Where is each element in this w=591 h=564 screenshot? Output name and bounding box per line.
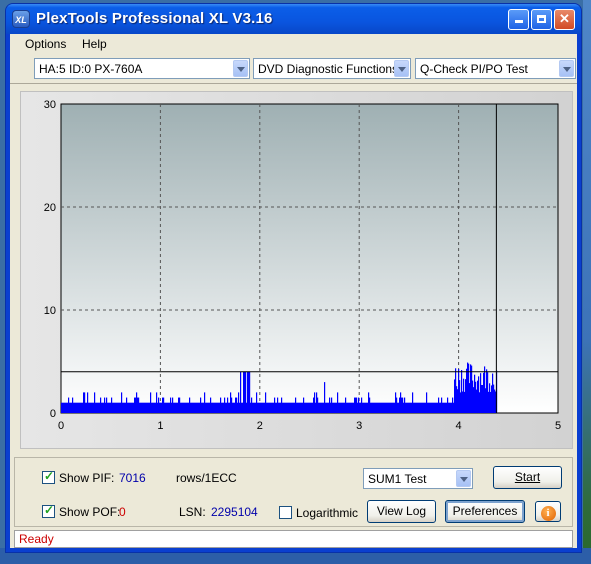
menu-options[interactable]: Options (25, 37, 66, 51)
status-bar: Ready (14, 530, 573, 548)
x-tick-label: 5 (555, 420, 561, 432)
y-tick-label: 10 (44, 305, 56, 317)
y-tick-label: 20 (44, 202, 56, 214)
pif-value: 7016 (119, 471, 146, 485)
minimize-button[interactable] (508, 9, 529, 30)
window-title: PlexTools Professional XL V3.16 (36, 10, 273, 27)
chart-panel: 0 1 2 3 4 5 0 10 20 30 (20, 91, 573, 449)
desktop-background (583, 0, 591, 564)
y-tick-label: 30 (44, 99, 56, 111)
maximize-button[interactable] (531, 9, 552, 30)
test-select[interactable]: Q-Check PI/PO Test (415, 58, 576, 79)
view-log-button[interactable]: View Log (367, 500, 436, 523)
drive-select-value: HA:5 ID:0 PX-760A (39, 62, 143, 76)
title-bar[interactable]: XL PlexTools Professional XL V3.16 ✕ (6, 4, 581, 34)
pof-value: 0 (119, 505, 126, 519)
test-select-value: Q-Check PI/PO Test (420, 62, 528, 76)
logarithmic-label: Logarithmic (296, 506, 359, 520)
controls-panel: Show PIF: 7016 rows/1ECC SUM1 Test Start… (14, 457, 573, 527)
x-tick-label: 2 (257, 420, 263, 432)
x-tick-label: 3 (356, 420, 362, 432)
close-button[interactable]: ✕ (554, 9, 575, 30)
function-select[interactable]: DVD Diagnostic Functions (253, 58, 411, 79)
lsn-value: 2295104 (211, 505, 258, 519)
show-pof-checkbox[interactable] (42, 503, 55, 518)
preferences-button[interactable]: Preferences (445, 500, 525, 523)
chevron-down-icon[interactable] (394, 60, 409, 77)
view-log-label: View Log (376, 504, 427, 518)
chevron-down-icon[interactable] (559, 60, 574, 77)
status-text: Ready (19, 532, 54, 546)
sum-test-select[interactable]: SUM1 Test (363, 468, 473, 489)
start-button-label: Start (514, 470, 541, 484)
sum-test-select-value: SUM1 Test (368, 472, 427, 486)
preferences-label: Preferences (452, 504, 518, 518)
chevron-down-icon[interactable] (233, 60, 248, 77)
plot-area (60, 103, 559, 414)
maximize-icon (537, 15, 546, 23)
x-tick-label: 4 (456, 420, 462, 432)
info-icon: i (540, 506, 556, 521)
close-icon: ✕ (559, 11, 570, 26)
app-logo-icon: XL (12, 10, 30, 28)
show-pof-label: Show POF: (59, 505, 121, 519)
y-tick-label: 0 (50, 408, 56, 420)
lsn-label: LSN: (179, 505, 206, 519)
show-pif-checkbox[interactable] (42, 469, 55, 484)
show-pif-label: Show PIF: (59, 471, 115, 485)
client-area: Options Help HA:5 ID:0 PX-760A DVD Diagn… (10, 34, 577, 548)
pif-unit: rows/1ECC (176, 471, 237, 485)
app-window: XL PlexTools Professional XL V3.16 ✕ Opt… (6, 4, 581, 552)
logarithmic-checkbox[interactable] (279, 506, 292, 519)
chevron-down-icon[interactable] (456, 470, 471, 487)
drive-select[interactable]: HA:5 ID:0 PX-760A (34, 58, 250, 79)
menu-bar: Options Help (10, 34, 577, 54)
pi-po-chart: 0 1 2 3 4 5 0 10 20 30 (44, 99, 561, 432)
function-select-value: DVD Diagnostic Functions (258, 62, 399, 76)
x-tick-label: 1 (157, 420, 163, 432)
x-tick-label: 0 (58, 420, 64, 432)
menu-help[interactable]: Help (82, 37, 107, 51)
start-button[interactable]: Start (493, 466, 562, 489)
minimize-icon (514, 20, 523, 23)
toolbar-divider (10, 83, 577, 84)
info-button[interactable]: i (535, 501, 561, 522)
